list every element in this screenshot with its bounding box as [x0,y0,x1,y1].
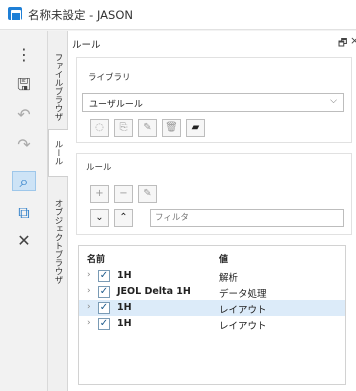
move-up-button[interactable]: ⌃ [114,209,133,227]
list-item-selected[interactable]: › ✓ 1H レイアウト [79,300,345,316]
column-header-name[interactable]: 名前 [87,252,105,265]
expand-icon[interactable]: › [87,270,91,280]
list-item[interactable]: › ✓ 1H 解析 [79,268,345,284]
chevron-down-icon: ⌵ [330,96,337,106]
tab-file-browser[interactable]: ファイルブラウザ [48,49,68,125]
expand-icon[interactable]: › [87,302,91,312]
rule-name: 1H [117,302,132,313]
redo-icon[interactable]: ↷ [14,135,34,155]
float-panel-icon[interactable]: 🗗 [338,36,347,53]
library-select-value: ユーザルール [89,100,143,110]
edit-library-button[interactable]: ✎ [138,119,157,137]
list-item[interactable]: › ✓ 1H レイアウト [79,316,345,332]
library-select[interactable]: ユーザルール ⌵ [82,93,344,112]
rule-name: 1H [117,270,132,281]
panel-header: ルール 🗗 × [68,31,356,53]
move-down-button[interactable]: ⌄ [90,209,109,227]
rule-checkbox[interactable]: ✓ [98,302,110,314]
app-icon [8,7,22,21]
rule-checkbox[interactable]: ✓ [98,318,110,330]
rule-name: 1H [117,318,132,329]
copy-library-button[interactable]: ⎘ [114,119,133,137]
rule-value: レイアウト [219,305,267,316]
column-header-value[interactable]: 値 [219,252,228,265]
more-icon[interactable]: ⋮ [14,45,34,65]
panel-title: ルール [72,40,101,51]
delete-library-button[interactable]: 🗑 [162,119,181,137]
rule-value: レイアウト [219,321,267,332]
filter-input[interactable] [151,210,343,226]
rules-list: 名前 値 › ✓ 1H 解析 › ✓ JEOL Delta 1H データ処理 ›… [78,245,346,385]
save-icon[interactable]: 🖫 [14,75,34,95]
tools-icon[interactable]: ✕ [14,231,34,251]
vertical-tabs: ファイルブラウザ ルール オブジェクトブラウザ [48,31,68,391]
tab-rules[interactable]: ルール [48,129,68,177]
folder-library-button[interactable]: ▰ [186,119,205,137]
edit-rule-button[interactable]: ✎ [138,185,157,203]
library-label: ライブラリ [88,73,131,83]
rules-label: ルール [86,163,112,173]
select-zoom-icon[interactable]: ⧉ [14,203,34,223]
expand-icon[interactable]: › [87,318,91,328]
rule-name: JEOL Delta 1H [117,286,191,297]
rule-checkbox[interactable]: ✓ [98,270,110,282]
new-library-button[interactable]: ◌ [90,119,109,137]
rule-checkbox[interactable]: ✓ [98,286,110,298]
rule-value: データ処理 [219,289,267,300]
rule-value: 解析 [219,273,239,284]
undo-icon[interactable]: ↶ [14,105,34,125]
tab-object-browser[interactable]: オブジェクトブラウザ [48,186,68,296]
left-toolbar: ⋮ 🖫 ↶ ↷ ⌕ ⧉ ✕ [0,31,48,391]
title-bar: 名称未設定 - JASON [0,0,356,30]
rules-panel: ルール 🗗 × ライブラリ ユーザルール ⌵ ◌ ⎘ ✎ 🗑 ▰ ルール + −… [68,31,356,391]
list-item[interactable]: › ✓ JEOL Delta 1H データ処理 [79,284,345,300]
add-rule-button[interactable]: + [90,185,109,203]
close-panel-button[interactable]: × [350,34,356,47]
window-title: 名称未設定 - JASON [28,8,133,22]
filter-input-box [150,209,344,227]
expand-icon[interactable]: › [87,286,91,296]
zoom-icon[interactable]: ⌕ [12,171,36,191]
remove-rule-button[interactable]: − [114,185,133,203]
